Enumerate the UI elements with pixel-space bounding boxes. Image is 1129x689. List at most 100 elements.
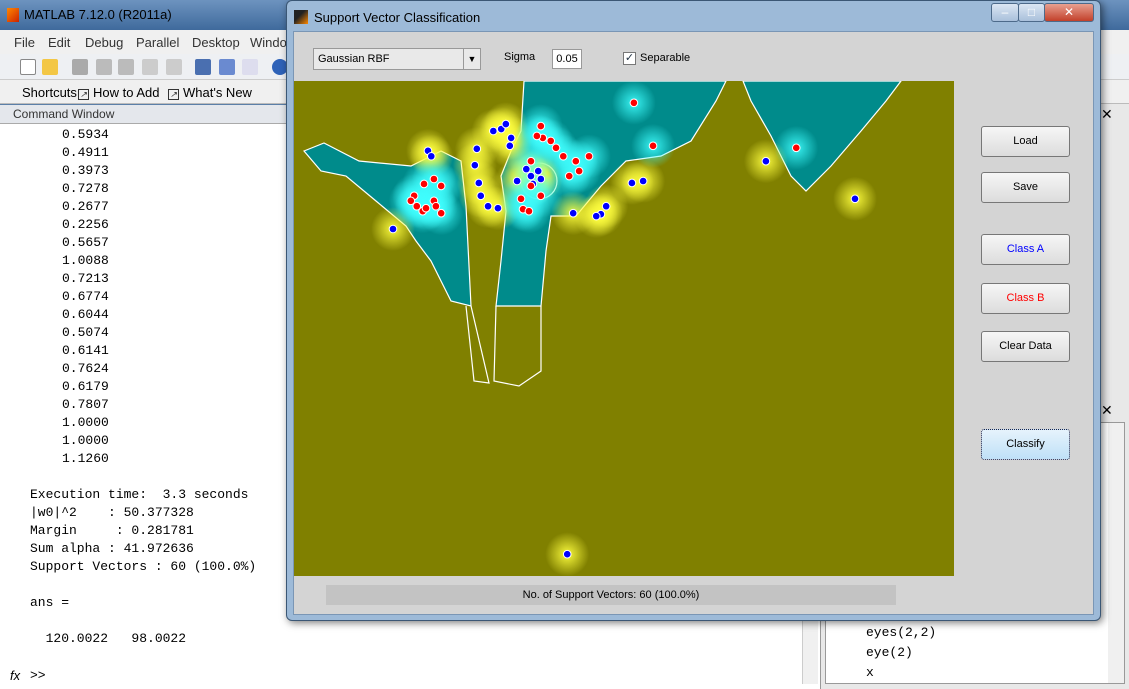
class-a-point[interactable] <box>388 224 398 234</box>
menu-desktop[interactable]: Desktop <box>192 35 240 50</box>
shortcut-how-to-add[interactable]: ↗ How to Add <box>78 85 160 100</box>
output-value: 0.7624 <box>62 361 109 376</box>
sigma-input[interactable]: 0.05 <box>552 49 582 69</box>
class-a-point[interactable] <box>489 126 498 136</box>
class-b-point[interactable] <box>574 166 584 176</box>
undo-icon[interactable] <box>142 59 158 75</box>
class-a-point[interactable] <box>533 166 543 176</box>
command-prompt[interactable]: >> <box>30 668 46 683</box>
class-b-point[interactable] <box>421 203 431 213</box>
class-a-point[interactable] <box>472 144 482 154</box>
fx-icon[interactable]: fx <box>10 668 20 683</box>
class-b-point[interactable] <box>436 181 446 191</box>
class-b-point[interactable] <box>516 194 526 204</box>
class-b-point[interactable] <box>406 196 416 206</box>
class-b-point[interactable] <box>648 141 658 151</box>
class-a-point[interactable] <box>591 211 601 221</box>
class-a-point[interactable] <box>761 156 771 166</box>
shortcut-icon: ↗ <box>168 89 179 100</box>
close-icon[interactable]: ✕ <box>1101 402 1113 419</box>
class-b-point[interactable] <box>524 206 534 216</box>
cut-icon[interactable] <box>72 59 88 75</box>
class-a-button[interactable]: Class A <box>981 234 1070 265</box>
class-b-point[interactable] <box>526 181 536 191</box>
classification-plot[interactable] <box>294 81 954 576</box>
class-a-point[interactable] <box>483 201 493 211</box>
output-value: 0.2677 <box>62 199 109 214</box>
class-a-point[interactable] <box>850 194 860 204</box>
classify-button[interactable]: Classify <box>981 429 1070 460</box>
kernel-dropdown[interactable]: Gaussian RBF ▼ <box>313 48 481 70</box>
class-a-point[interactable] <box>512 176 522 186</box>
class-b-point[interactable] <box>571 156 581 166</box>
shortcuts-label: Shortcuts <box>22 85 77 100</box>
history-item[interactable]: eyes(2,2) <box>866 625 936 640</box>
class-b-point[interactable] <box>546 136 556 146</box>
close-icon[interactable]: ✕ <box>1101 106 1113 123</box>
menu-parallel[interactable]: Parallel <box>136 35 179 50</box>
class-a-point[interactable] <box>474 178 484 188</box>
class-b-button[interactable]: Class B <box>981 283 1070 314</box>
output-value: 1.0000 <box>62 415 109 430</box>
menu-window[interactable]: Windo <box>250 35 287 50</box>
load-button[interactable]: Load <box>981 126 1070 157</box>
shortcut-whats-new[interactable]: ↗ What's New <box>168 85 252 100</box>
minimize-button[interactable]: – <box>991 3 1019 22</box>
class-a-point[interactable] <box>601 201 611 211</box>
class-b-point[interactable] <box>526 156 536 166</box>
class-a-point[interactable] <box>638 176 648 186</box>
output-line: Support Vectors : 60 (100.0%) <box>30 559 257 574</box>
new-file-icon[interactable] <box>20 59 36 75</box>
history-item[interactable]: x <box>866 665 874 680</box>
class-a-point[interactable] <box>522 164 531 174</box>
class-b-point[interactable] <box>429 174 439 184</box>
simulink-icon[interactable] <box>195 59 211 75</box>
class-b-point[interactable] <box>419 179 429 189</box>
separable-checkbox[interactable]: ✓ <box>623 52 636 65</box>
class-b-point[interactable] <box>536 121 546 131</box>
save-button[interactable]: Save <box>981 172 1070 203</box>
class-a-point[interactable] <box>501 119 511 129</box>
class-a-point[interactable] <box>536 174 546 184</box>
copy-icon[interactable] <box>96 59 112 75</box>
output-line: |w0|^2 : 50.377328 <box>30 505 194 520</box>
history-scrollbar[interactable] <box>1108 423 1124 683</box>
class-b-point[interactable] <box>629 98 639 108</box>
guide-icon[interactable] <box>219 59 235 75</box>
class-b-point[interactable] <box>436 208 446 218</box>
class-a-point[interactable] <box>526 171 536 181</box>
paste-icon[interactable] <box>118 59 134 75</box>
class-b-point[interactable] <box>584 151 594 161</box>
class-b-point[interactable] <box>431 201 441 211</box>
output-value: 0.3973 <box>62 163 109 178</box>
menu-edit[interactable]: Edit <box>48 35 70 50</box>
redo-icon[interactable] <box>166 59 182 75</box>
class-b-point[interactable] <box>558 151 568 161</box>
clear-data-button[interactable]: Clear Data <box>981 331 1070 362</box>
class-a-point[interactable] <box>568 208 578 218</box>
open-folder-icon[interactable] <box>42 59 58 75</box>
class-a-point[interactable] <box>476 191 486 201</box>
maximize-button[interactable]: □ <box>1018 3 1045 22</box>
class-b-point[interactable] <box>532 131 542 141</box>
class-a-point[interactable] <box>562 549 572 559</box>
class-a-point[interactable] <box>506 133 516 143</box>
matlab-figure-icon <box>294 10 308 24</box>
class-a-point[interactable] <box>627 178 637 188</box>
class-a-point[interactable] <box>493 203 503 213</box>
profiler-icon[interactable] <box>242 59 258 75</box>
class-b-point[interactable] <box>536 191 546 201</box>
class-a-point[interactable] <box>505 141 515 151</box>
dialog-client: Gaussian RBF ▼ Sigma 0.05 ✓ Separable Loa… <box>293 31 1094 615</box>
close-button[interactable]: ✕ <box>1044 3 1094 22</box>
class-a-point[interactable] <box>470 160 480 170</box>
output-line: Sum alpha : 41.972636 <box>30 541 194 556</box>
menu-debug[interactable]: Debug <box>85 35 123 50</box>
class-b-point[interactable] <box>564 171 574 181</box>
class-b-point[interactable] <box>791 143 801 153</box>
class-b-point[interactable] <box>551 143 561 153</box>
class-a-point[interactable] <box>426 151 436 161</box>
output-value: 0.6044 <box>62 307 109 322</box>
history-item[interactable]: eye(2) <box>866 645 913 660</box>
menu-file[interactable]: File <box>14 35 35 50</box>
